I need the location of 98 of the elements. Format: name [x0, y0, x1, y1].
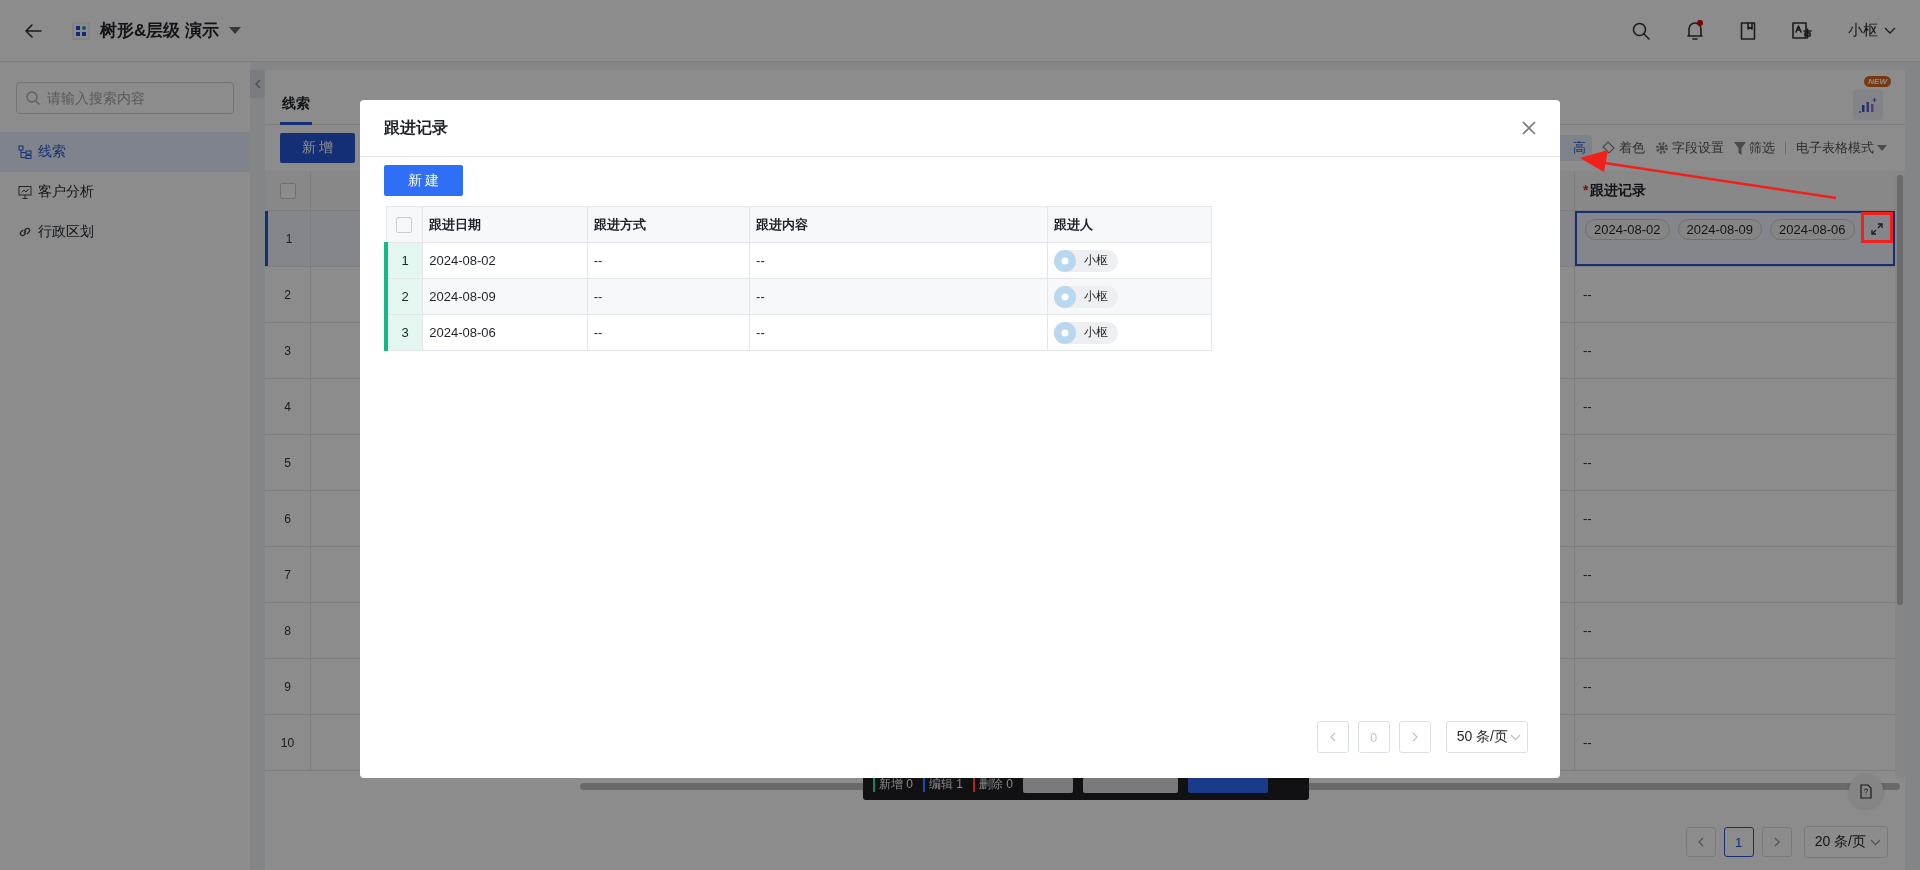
table-cell: --: [1583, 735, 1592, 750]
table-cell: --: [749, 278, 1048, 315]
new-badge: NEW: [1864, 76, 1891, 87]
table-cell: --: [1583, 399, 1592, 414]
row-number: 3: [265, 323, 311, 378]
bar-chart-icon: [1859, 97, 1877, 113]
expand-icon[interactable]: [1871, 223, 1883, 235]
table-cell: --: [1583, 623, 1592, 638]
document-help-icon: [1860, 783, 1872, 799]
sidebar-item[interactable]: 客户分析: [0, 172, 250, 212]
avatar-icon: [1053, 285, 1076, 308]
table-cell: --: [749, 314, 1048, 351]
translate-icon[interactable]: [1792, 21, 1812, 40]
column-header: *跟进记录: [1583, 181, 1647, 200]
date-tag: 2024-08-09: [1677, 219, 1762, 240]
table-cell: --: [749, 242, 1048, 279]
toolbar-button[interactable]: 字段设置: [1655, 139, 1724, 157]
row-number: 10: [265, 715, 311, 770]
highlight-frame: [1861, 212, 1893, 243]
sidebar-item[interactable]: 行政区划: [0, 212, 250, 252]
caret-down-icon: [1877, 145, 1887, 151]
person-chip: 小枢: [1053, 249, 1118, 272]
toolbar-button[interactable]: 筛选: [1734, 139, 1775, 157]
date-tag: 2024-08-06: [1770, 219, 1855, 240]
column-header: 跟进日期: [422, 206, 588, 243]
avatar-icon: [1053, 321, 1076, 344]
toolbar-button[interactable]: 着色: [1602, 139, 1645, 157]
page-number[interactable]: 1: [1723, 827, 1754, 857]
row-number: 4: [265, 379, 311, 434]
chevron-right-icon: [1411, 732, 1418, 742]
row-number: 7: [265, 547, 311, 602]
app-grid-icon: [72, 21, 90, 40]
tab[interactable]: 线索: [280, 95, 312, 125]
table-cell: --: [587, 314, 750, 351]
book-icon[interactable]: [1740, 21, 1756, 40]
row-number: 9: [265, 659, 311, 714]
checkbox[interactable]: [279, 182, 296, 199]
table-cell: 2024-08-09: [422, 278, 588, 315]
new-button[interactable]: 新 建: [384, 165, 463, 196]
link-icon: [18, 225, 32, 239]
table-cell: --: [587, 278, 750, 315]
column-header: 跟进人: [1047, 206, 1212, 243]
chevron-down-icon: [1510, 733, 1521, 741]
user-menu[interactable]: 小枢: [1848, 21, 1896, 40]
column-header: 跟进方式: [587, 206, 750, 243]
view-mode-dropdown[interactable]: 电子表格模式: [1796, 139, 1887, 157]
chevron-down-icon: [1870, 838, 1881, 846]
tree-icon: [18, 145, 32, 159]
app-title: 树形&层级 演示: [100, 20, 219, 42]
row-number: 6: [265, 491, 311, 546]
table-cell: --: [1583, 567, 1592, 582]
presentation-icon: [18, 185, 32, 199]
sidebar-item[interactable]: 线索: [0, 132, 250, 172]
table-cell: 2024-08-02: [422, 242, 588, 279]
chevron-down-icon: [1884, 26, 1896, 35]
caret-down-icon[interactable]: [229, 26, 241, 35]
row-number: 5: [265, 435, 311, 490]
back-arrow-icon[interactable]: [24, 22, 42, 39]
change-count: 删除 0: [979, 776, 1014, 793]
chevron-right-icon: [1773, 837, 1780, 847]
filter-icon: [1734, 141, 1746, 155]
table-cell: --: [1583, 511, 1592, 526]
column-header: 跟进内容: [749, 206, 1048, 243]
bell-icon[interactable]: [1686, 19, 1704, 42]
table-cell: --: [1583, 679, 1592, 694]
page-size-select[interactable]: 20 条/页: [1803, 826, 1888, 858]
table-cell[interactable]: 2024-08-02 2024-08-09 2024-08-06: [1575, 211, 1895, 266]
table-cell: --: [1583, 455, 1592, 470]
settings-icon: [1655, 141, 1669, 155]
dialog-title: 跟进记录: [384, 117, 448, 138]
row-number: 2: [386, 278, 423, 315]
row-number: 1: [265, 211, 311, 266]
person-chip: 小枢: [1053, 285, 1118, 308]
checkbox[interactable]: [396, 216, 413, 233]
row-number: 3: [386, 314, 423, 351]
chevron-left-icon: [1329, 732, 1336, 742]
change-count: 编辑 1: [929, 776, 964, 793]
date-tag: 2024-08-02: [1585, 219, 1670, 240]
collapse-toggle[interactable]: [250, 70, 265, 98]
row-number: 1: [386, 242, 423, 279]
table-cell: --: [587, 242, 750, 279]
help-button[interactable]: [1849, 774, 1883, 808]
table-cell: --: [1583, 343, 1592, 358]
chevron-left-icon: [254, 79, 261, 89]
avatar-icon: [1053, 249, 1076, 272]
row-number: 8: [265, 603, 311, 658]
close-icon[interactable]: [1522, 121, 1536, 135]
person-chip: 小枢: [1053, 321, 1118, 344]
row-number: 2: [265, 267, 311, 322]
search-icon[interactable]: [1632, 21, 1650, 40]
page-size-select[interactable]: 50 条/页: [1445, 721, 1528, 753]
change-count: 新增 0: [879, 776, 913, 793]
table-cell: 2024-08-06: [422, 314, 588, 351]
chevron-left-icon: [1697, 837, 1704, 847]
table-cell: --: [1583, 287, 1592, 302]
search-icon: [26, 91, 40, 105]
add-button[interactable]: 新 增: [280, 133, 355, 163]
paint-bucket-icon: [1602, 141, 1616, 155]
